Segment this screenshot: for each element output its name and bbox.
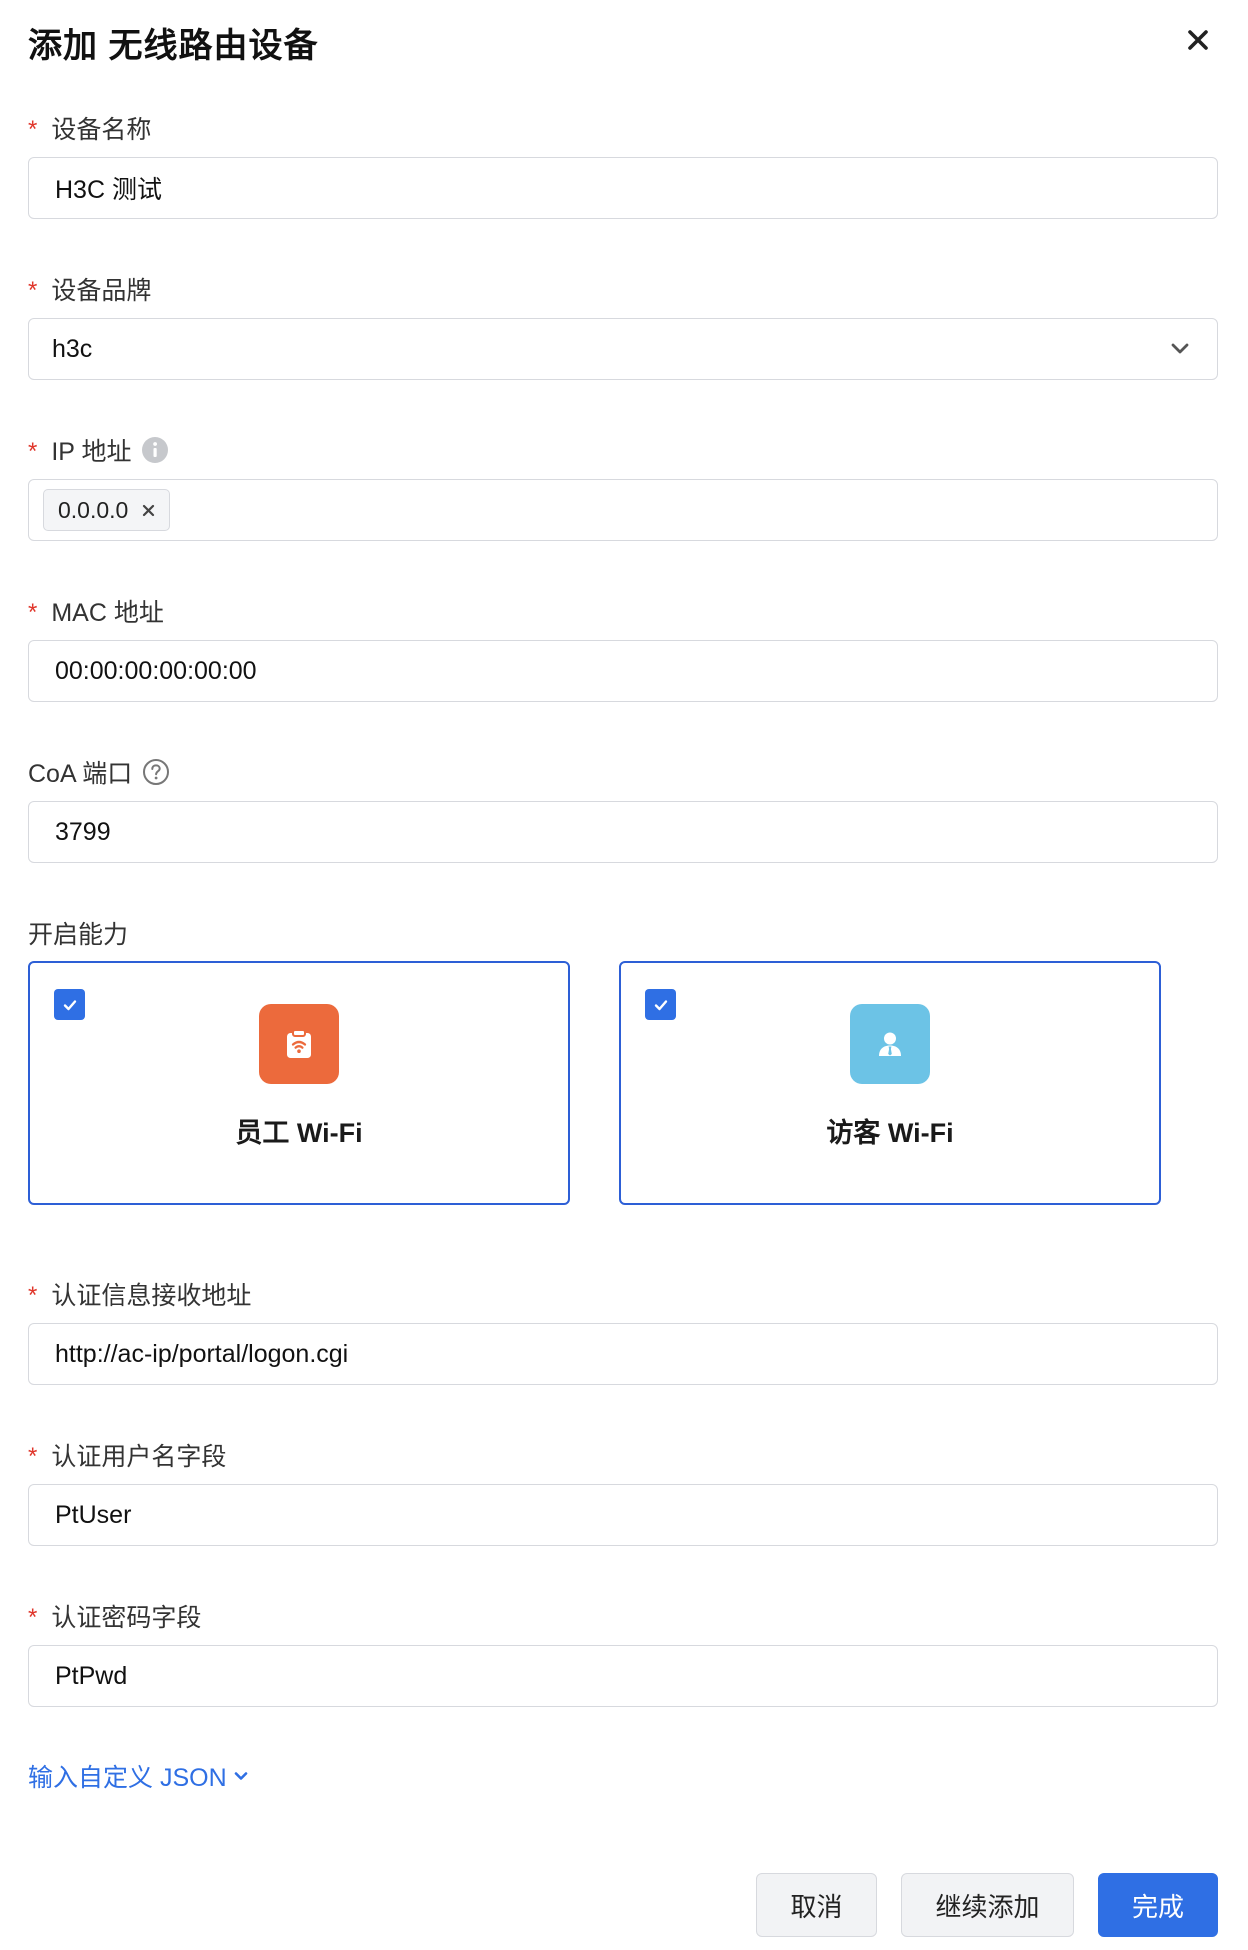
auth-pwd-field-label-text: 认证密码字段 <box>51 1604 202 1632</box>
coa-port-label: CoA 端口 <box>28 754 170 790</box>
mac-input[interactable]: 00:00:00:00:00:00 <box>28 640 1218 702</box>
required-mark: * <box>28 438 38 465</box>
question-icon[interactable] <box>142 758 170 786</box>
custom-json-link-text: 输入自定义 JSON <box>28 1764 227 1792</box>
device-name-input[interactable]: H3C 测试 <box>28 157 1218 219</box>
auth-user-field-input[interactable]: PtUser <box>28 1484 1218 1546</box>
device-name-label-text: 设备名称 <box>51 116 152 144</box>
coa-port-input[interactable]: 3799 <box>28 801 1218 863</box>
brand-select-value: h3c <box>52 334 93 363</box>
add-wireless-router-dialog: 添加 无线路由设备 * 设备名称 H3C 测试 * 设备品牌 h3c * IP … <box>0 0 1248 1950</box>
clipboard-wifi-icon <box>259 1004 339 1084</box>
auth-pwd-field-input[interactable]: PtPwd <box>28 1645 1218 1707</box>
auth-url-label: * 认证信息接收地址 <box>28 1276 251 1312</box>
device-name-label: * 设备名称 <box>28 110 151 146</box>
required-mark: * <box>28 1282 38 1309</box>
staff-wifi-checkbox[interactable] <box>54 989 85 1020</box>
auth-url-label-text: 认证信息接收地址 <box>51 1282 252 1310</box>
auth-pwd-field-label: * 认证密码字段 <box>28 1598 201 1634</box>
ip-tag-label: 0.0.0.0 <box>58 496 129 523</box>
continue-add-button[interactable]: 继续添加 <box>901 1873 1074 1937</box>
close-icon[interactable] <box>1180 22 1216 58</box>
guest-wifi-checkbox[interactable] <box>645 989 676 1020</box>
checkmark-icon <box>654 999 667 1010</box>
device-name-value: H3C 测试 <box>55 176 162 204</box>
dialog-title: 添加 无线路由设备 <box>28 27 319 65</box>
coa-port-label-text: CoA 端口 <box>28 760 133 788</box>
brand-select[interactable]: h3c <box>28 318 1218 380</box>
checkmark-icon <box>63 999 76 1010</box>
required-mark: * <box>28 1443 38 1470</box>
staff-wifi-label: 员工 Wi-Fi <box>235 1118 363 1148</box>
mac-value: 00:00:00:00:00:00 <box>55 656 257 685</box>
required-mark: * <box>28 599 38 626</box>
close-icon[interactable] <box>142 504 155 517</box>
chevron-down-icon <box>1169 337 1191 366</box>
mac-label-text: MAC 地址 <box>51 599 164 627</box>
chevron-down-icon <box>233 1768 249 1784</box>
custom-json-toggle-link[interactable]: 输入自定义 JSON <box>28 1758 249 1794</box>
coa-port-value: 3799 <box>55 817 111 846</box>
capability-card-guest-wifi[interactable]: 访客 Wi-Fi <box>619 961 1161 1205</box>
done-button[interactable]: 完成 <box>1098 1873 1218 1937</box>
person-badge-icon <box>850 1004 930 1084</box>
auth-user-field-value: PtUser <box>55 1500 132 1529</box>
brand-label: * 设备品牌 <box>28 271 151 307</box>
required-mark: * <box>28 277 38 304</box>
required-mark: * <box>28 116 38 143</box>
ip-label: * IP 地址 <box>28 432 169 468</box>
cancel-button[interactable]: 取消 <box>756 1873 877 1937</box>
ip-tag-input[interactable]: 0.0.0.0 <box>28 479 1218 541</box>
ip-label-text: IP 地址 <box>51 438 132 466</box>
info-icon[interactable] <box>141 436 169 464</box>
auth-url-input[interactable]: http://ac-ip/portal/logon.cgi <box>28 1323 1218 1385</box>
capability-card-staff-wifi[interactable]: 员工 Wi-Fi <box>28 961 570 1205</box>
brand-label-text: 设备品牌 <box>51 277 152 305</box>
capabilities-label: 开启能力 <box>28 915 128 951</box>
ip-tag: 0.0.0.0 <box>43 489 171 531</box>
required-mark: * <box>28 1604 38 1631</box>
guest-wifi-label: 访客 Wi-Fi <box>826 1118 954 1148</box>
auth-user-field-label: * 认证用户名字段 <box>28 1437 226 1473</box>
mac-label: * MAC 地址 <box>28 593 164 629</box>
auth-pwd-field-value: PtPwd <box>55 1661 128 1690</box>
capabilities-label-text: 开启能力 <box>28 921 129 949</box>
auth-url-value: http://ac-ip/portal/logon.cgi <box>55 1339 349 1368</box>
auth-user-field-label-text: 认证用户名字段 <box>51 1443 227 1471</box>
